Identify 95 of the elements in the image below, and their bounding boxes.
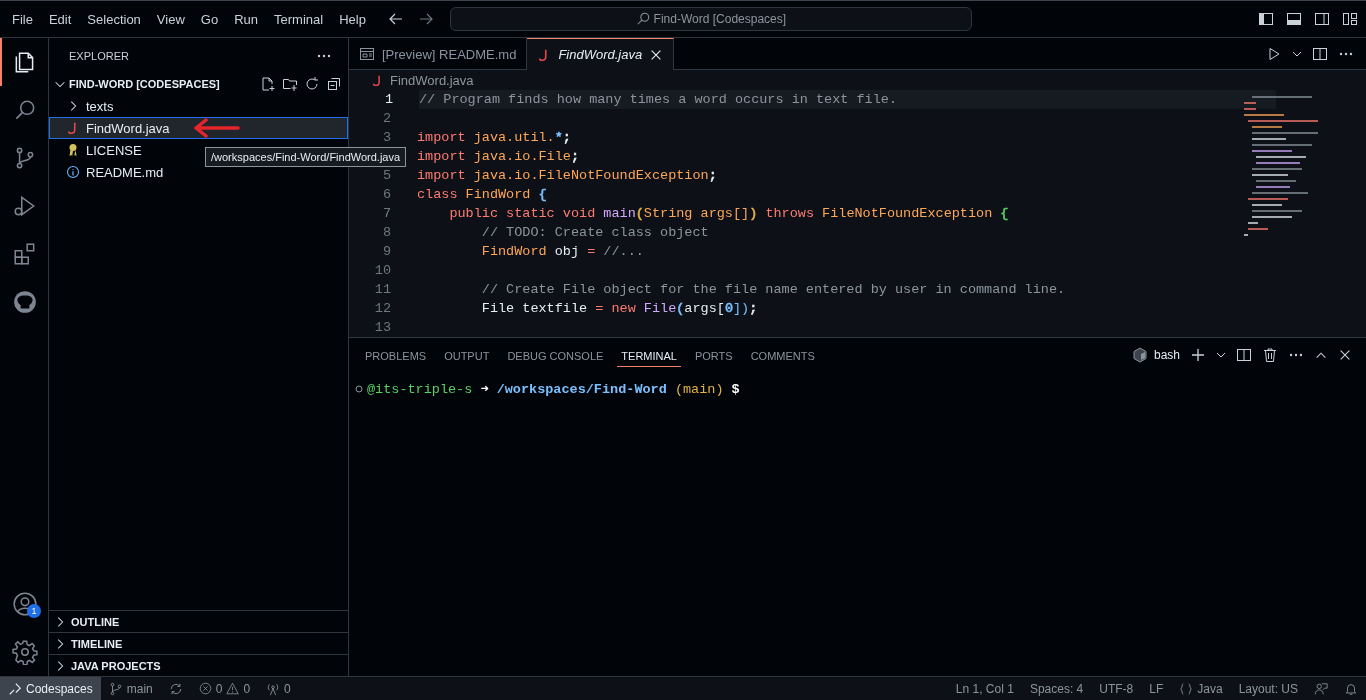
- split-editor-icon[interactable]: [1312, 45, 1328, 62]
- code-line: import java.io.File;: [417, 149, 580, 164]
- line-number: 5: [382, 168, 391, 183]
- new-file-icon[interactable]: [260, 76, 276, 92]
- remote-indicator[interactable]: Codespaces: [0, 677, 101, 700]
- line-number: 6: [382, 187, 391, 202]
- menu-item[interactable]: View: [148, 11, 193, 27]
- explorer-title: EXPLORER: [69, 49, 129, 62]
- error-icon: [198, 682, 212, 695]
- terminal-prompt: @its-triple-s ➜ /workspaces/Find-Word (main) $: [367, 381, 740, 397]
- line-number: 11: [374, 282, 391, 297]
- file-tree-item[interactable]: texts: [49, 95, 348, 117]
- notifications-icon[interactable]: [1344, 681, 1358, 696]
- code-line: File textfile = new File(args[0]);: [480, 301, 758, 316]
- split-terminal-icon[interactable]: [1236, 347, 1252, 363]
- refresh-icon[interactable]: [304, 76, 320, 92]
- cube-icon: [1131, 347, 1148, 363]
- panel-tab[interactable]: PROBLEMS: [361, 343, 431, 367]
- feedback-icon[interactable]: [1314, 681, 1328, 696]
- command-center-text: Find-Word [Codespaces]: [653, 12, 787, 26]
- panel-tab[interactable]: PORTS: [690, 343, 737, 367]
- annotation-arrow: [192, 118, 240, 138]
- status-bar-item[interactable]: Spaces: 4: [1021, 681, 1092, 696]
- line-number: 7: [382, 206, 391, 221]
- search-icon: [635, 12, 650, 26]
- preview-icon: [359, 46, 375, 63]
- editor-tab[interactable]: FindWord.java: [527, 38, 675, 71]
- panel-tab[interactable]: TERMINAL: [617, 343, 681, 367]
- settings-icon: [12, 639, 38, 665]
- line-number: 3: [382, 130, 391, 145]
- panel-tab[interactable]: DEBUG CONSOLE: [503, 343, 608, 367]
- secondary-sidebar-icon[interactable]: [1314, 11, 1330, 27]
- back-icon[interactable]: [387, 11, 404, 27]
- close-icon[interactable]: [1338, 348, 1352, 362]
- branch-indicator[interactable]: main: [100, 681, 161, 696]
- new-terminal-icon[interactable]: [1190, 347, 1206, 363]
- notification-badge: 1: [27, 604, 41, 618]
- line-number: 1: [384, 92, 393, 107]
- forward-icon[interactable]: [417, 11, 434, 27]
- sidebar-section-header[interactable]: OUTLINE: [49, 610, 348, 632]
- command-decoration-icon: [355, 384, 363, 393]
- workspace-title: FIND-WORD [CODESPACES]: [69, 78, 220, 90]
- code-line: // Create File object for the file name entered by user in command line.: [480, 282, 1066, 297]
- breadcrumb-item[interactable]: FindWord.java: [390, 72, 474, 88]
- workspace-header[interactable]: FIND-WORD [CODESPACES]: [49, 73, 348, 95]
- menu-item[interactable]: Selection: [79, 11, 149, 27]
- new-folder-icon[interactable]: [282, 76, 298, 92]
- broadcast-icon: [266, 681, 281, 696]
- panel-toggle-icon[interactable]: [1286, 11, 1302, 27]
- command-center[interactable]: Find-Word [Codespaces]: [449, 7, 972, 31]
- sync-icon[interactable]: [168, 681, 183, 696]
- branch-icon: [108, 681, 123, 696]
- code-line: // TODO: Create class object: [480, 225, 709, 240]
- file-tree-item[interactable]: FindWord.java: [49, 117, 348, 139]
- panel-tab[interactable]: OUTPUT: [440, 343, 494, 367]
- line-number: 9: [382, 244, 391, 259]
- code-line: import java.io.FileNotFoundException;: [417, 168, 717, 183]
- line-number: 10: [374, 263, 391, 278]
- code-line: import java.util.*;: [417, 130, 571, 145]
- run-icon[interactable]: [1266, 45, 1282, 62]
- problems-indicator[interactable]: 0 0: [190, 681, 259, 696]
- menu-item[interactable]: Edit: [40, 11, 80, 27]
- path-tooltip: /workspaces/Find-Word/FindWord.java: [205, 147, 407, 167]
- menu-item[interactable]: File: [4, 11, 41, 27]
- code-line: // Program finds how many times a word occurs in text file.: [419, 92, 897, 107]
- menu-item[interactable]: Terminal: [266, 11, 332, 27]
- ports-indicator[interactable]: 0: [258, 681, 299, 696]
- line-number: 2: [382, 111, 391, 126]
- line-number: 12: [374, 301, 391, 316]
- collapse-all-icon[interactable]: [326, 76, 342, 92]
- info-icon: [66, 165, 80, 179]
- code-line: FindWord obj = //...: [480, 244, 644, 259]
- chevron-down-icon[interactable]: [1216, 350, 1226, 360]
- menu-item[interactable]: Run: [226, 11, 266, 27]
- terminal-shell-selector[interactable]: bash: [1131, 347, 1180, 363]
- status-bar-item[interactable]: Ln 1, Col 1: [947, 681, 1022, 696]
- line-number: 8: [382, 225, 391, 240]
- braces-icon: [1179, 681, 1194, 696]
- line-number: 13: [374, 320, 391, 335]
- menu-item[interactable]: Go: [192, 11, 227, 27]
- status-bar-item[interactable]: Layout: US: [1230, 681, 1306, 696]
- status-bar-item[interactable]: Java: [1171, 681, 1231, 696]
- warning-icon: [226, 682, 240, 695]
- menu-item[interactable]: Help: [331, 11, 374, 27]
- code-line: public static void main(String args[]) throws FileNotFoundException {: [448, 206, 1009, 221]
- code-line: class FindWord {: [417, 187, 547, 202]
- sidebar-toggle-icon[interactable]: [1258, 11, 1274, 27]
- remote-icon: [8, 681, 22, 696]
- trash-icon[interactable]: [1262, 347, 1278, 363]
- accounts-button[interactable]: 1: [0, 580, 48, 628]
- status-bar-item[interactable]: LF: [1141, 681, 1172, 696]
- status-bar-item[interactable]: UTF-8: [1091, 681, 1142, 696]
- layout-icon[interactable]: [1342, 11, 1358, 27]
- sidebar-section-header[interactable]: TIMELINE: [49, 632, 348, 654]
- panel-tab[interactable]: COMMENTS: [746, 343, 819, 367]
